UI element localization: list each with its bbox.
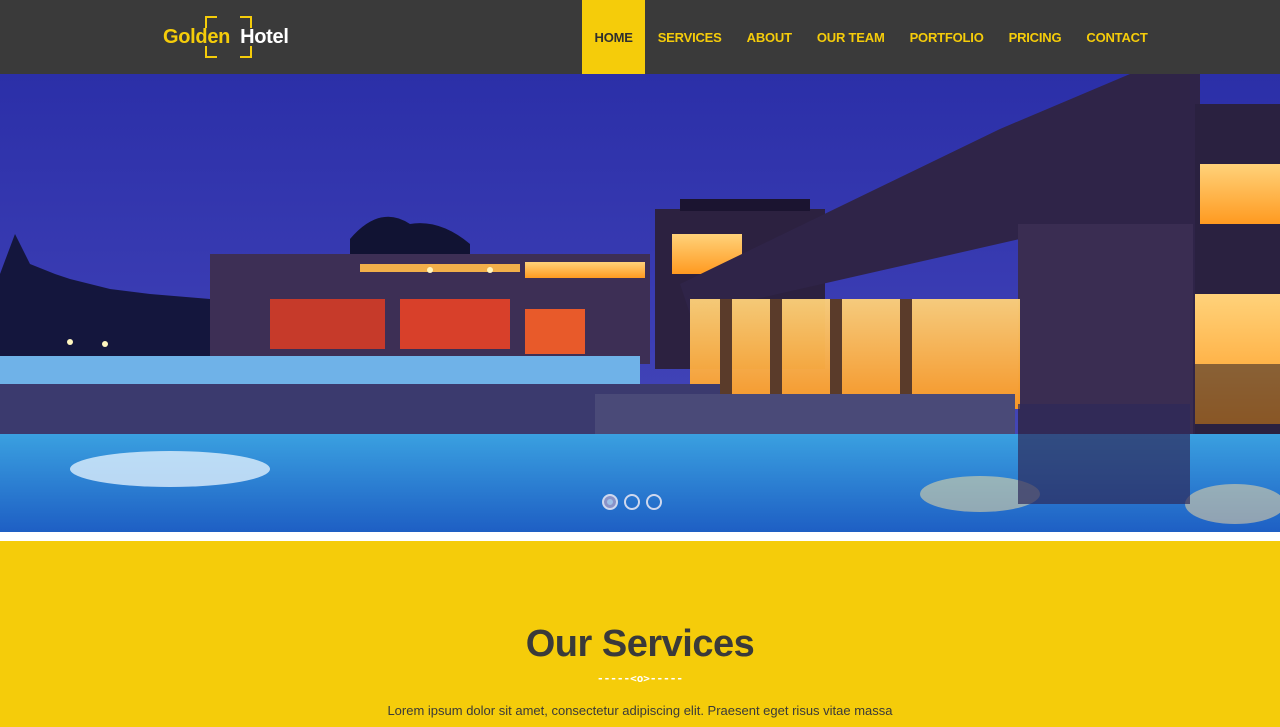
slider-dot-3[interactable]	[646, 494, 662, 510]
services-divider: -----<o>-----	[596, 672, 684, 685]
nav-about[interactable]: ABOUT	[734, 0, 804, 74]
nav-home[interactable]: HOME	[582, 0, 646, 74]
nav-our-team[interactable]: OUR TEAM	[804, 0, 897, 74]
logo-bracket-icon	[240, 46, 252, 58]
logo[interactable]: Golden Hotel	[163, 16, 289, 58]
slider-pagination	[602, 494, 662, 510]
services-lead-text: Lorem ipsum dolor sit amet, consectetur …	[387, 703, 893, 718]
top-navbar: Golden Hotel HOME SERVICES ABOUT OUR TEA…	[0, 0, 1280, 74]
logo-bracket-icon	[205, 46, 217, 58]
services-title: Our Services	[525, 623, 755, 665]
slider-dot-1[interactable]	[602, 494, 618, 510]
logo-bracket-icon	[240, 16, 252, 28]
hero-slider	[0, 74, 1280, 532]
logo-bracket-icon	[205, 16, 217, 28]
nav-portfolio[interactable]: PORTFOLIO	[897, 0, 996, 74]
section-separator	[0, 532, 1280, 541]
nav-pricing[interactable]: PRICING	[996, 0, 1074, 74]
services-section: Our Services -----<o>----- Lorem ipsum d…	[0, 541, 1280, 727]
hero-image	[0, 74, 1280, 532]
nav-contact[interactable]: CONTACT	[1074, 0, 1160, 74]
logo-word-golden: Golden	[163, 25, 231, 48]
main-nav: HOME SERVICES ABOUT OUR TEAM PORTFOLIO P…	[582, 0, 1160, 74]
slider-dot-2[interactable]	[624, 494, 640, 510]
nav-services[interactable]: SERVICES	[645, 0, 734, 74]
